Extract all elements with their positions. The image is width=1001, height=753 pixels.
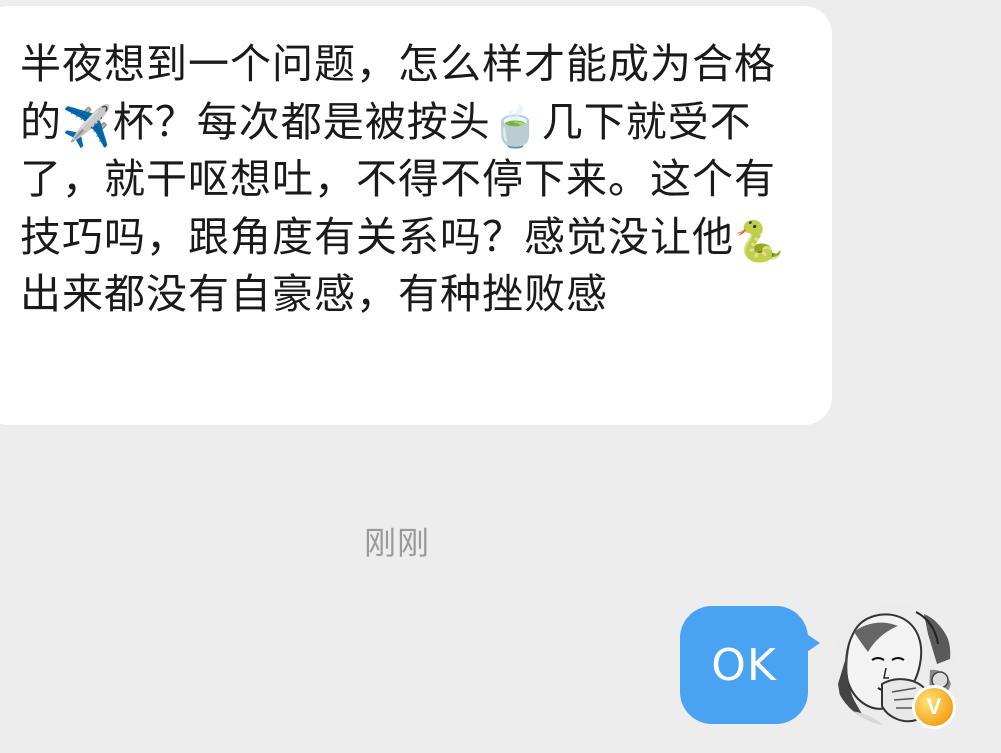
incoming-message-bubble[interactable]: 半夜想到一个问题，怎么样才能成为合格的✈️杯？每次都是被按头🍵几下就受不了，就干… <box>0 6 832 425</box>
message-text-segment: 出来都没有自豪感，有种挫败感 <box>20 270 608 318</box>
tea-icon: 🍵 <box>490 103 542 150</box>
airplane-icon: ✈️ <box>62 103 113 150</box>
outgoing-message-text: OK <box>711 639 777 691</box>
verified-badge-icon: V <box>912 685 956 729</box>
bubble-tail <box>804 632 820 654</box>
message-text-segment: 杯？每次都是被按头 <box>112 97 491 146</box>
outgoing-message-bubble[interactable]: OK <box>680 606 820 724</box>
message-timestamp: 刚刚 <box>364 524 431 562</box>
snake-icon: 🐍 <box>734 218 785 265</box>
chat-screen: 半夜想到一个问题，怎么样才能成为合格的✈️杯？每次都是被按头🍵几下就受不了，就干… <box>0 0 1001 753</box>
incoming-message-text: 半夜想到一个问题，怎么样才能成为合格的✈️杯？每次都是被按头🍵几下就受不了，就干… <box>20 36 802 324</box>
